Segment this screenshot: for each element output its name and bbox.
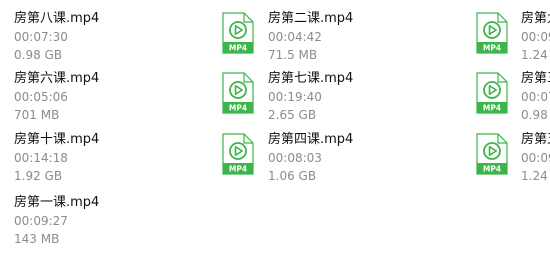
file-name: 房第一课.mp4 (14, 195, 100, 210)
file-item[interactable]: MP4 房第九 00:09 1.24 (474, 10, 550, 66)
file-item[interactable]: MP4 房第四课.mp4 00:08:03 1.06 GB (220, 131, 440, 187)
mp4-file-icon: MP4 (222, 133, 254, 175)
file-item[interactable]: 房第八课.mp4 00:07:30 0.98 GB (0, 10, 200, 66)
mp4-file-icon: MP4 (222, 72, 254, 114)
file-item[interactable]: 房第十课.mp4 00:14:18 1.92 GB (0, 131, 200, 187)
file-size: 1.92 GB (14, 169, 63, 183)
file-name: 房第七课.mp4 (268, 71, 354, 86)
file-name: 房第九 (521, 11, 550, 26)
file-duration: 00:08:03 (268, 151, 322, 165)
file-name: 房第八课.mp4 (14, 11, 100, 26)
file-name: 房第六课.mp4 (14, 71, 100, 86)
file-duration: 00:09 (521, 151, 550, 165)
mp4-file-icon: MP4 (476, 72, 508, 114)
file-size: 143 MB (14, 232, 60, 246)
file-duration: 00:19:40 (268, 90, 322, 104)
file-item[interactable]: MP4 房第二课.mp4 00:04:42 71.5 MB (220, 10, 440, 66)
file-item[interactable]: MP4 房第七课.mp4 00:19:40 2.65 GB (220, 70, 440, 126)
file-name: 房第三 (521, 71, 550, 86)
file-type-label: MP4 (483, 165, 501, 174)
file-type-label: MP4 (483, 44, 501, 53)
file-name: 房第四课.mp4 (268, 132, 354, 147)
file-item[interactable]: 房第一课.mp4 00:09:27 143 MB (0, 194, 200, 250)
file-size: 1.24 (521, 48, 548, 62)
file-type-label: MP4 (229, 165, 247, 174)
file-name: 房第十课.mp4 (14, 132, 100, 147)
file-type-label: MP4 (229, 44, 247, 53)
file-duration: 00:09 (521, 30, 550, 44)
file-duration: 00:14:18 (14, 151, 68, 165)
file-size: 701 MB (14, 108, 60, 122)
file-duration: 00:04:42 (268, 30, 322, 44)
mp4-file-icon: MP4 (222, 12, 254, 54)
file-item[interactable]: MP4 房第三 00:07 0.98 (474, 70, 550, 126)
file-duration: 00:05:06 (14, 90, 68, 104)
file-size: 1.24 (521, 169, 548, 183)
file-duration: 00:07:30 (14, 30, 68, 44)
file-size: 71.5 MB (268, 48, 318, 62)
mp4-file-icon: MP4 (476, 12, 508, 54)
file-size: 1.06 GB (268, 169, 317, 183)
file-item[interactable]: MP4 房第五 00:09 1.24 (474, 131, 550, 187)
file-item[interactable]: 房第六课.mp4 00:05:06 701 MB (0, 70, 200, 126)
file-name: 房第二课.mp4 (268, 11, 354, 26)
mp4-file-icon: MP4 (476, 133, 508, 175)
file-type-label: MP4 (229, 104, 247, 113)
file-size: 0.98 GB (14, 48, 63, 62)
file-size: 0.98 (521, 108, 548, 122)
file-type-label: MP4 (483, 104, 501, 113)
file-size: 2.65 GB (268, 108, 317, 122)
file-duration: 00:07 (521, 90, 550, 104)
file-duration: 00:09:27 (14, 214, 68, 228)
file-name: 房第五 (521, 132, 550, 147)
